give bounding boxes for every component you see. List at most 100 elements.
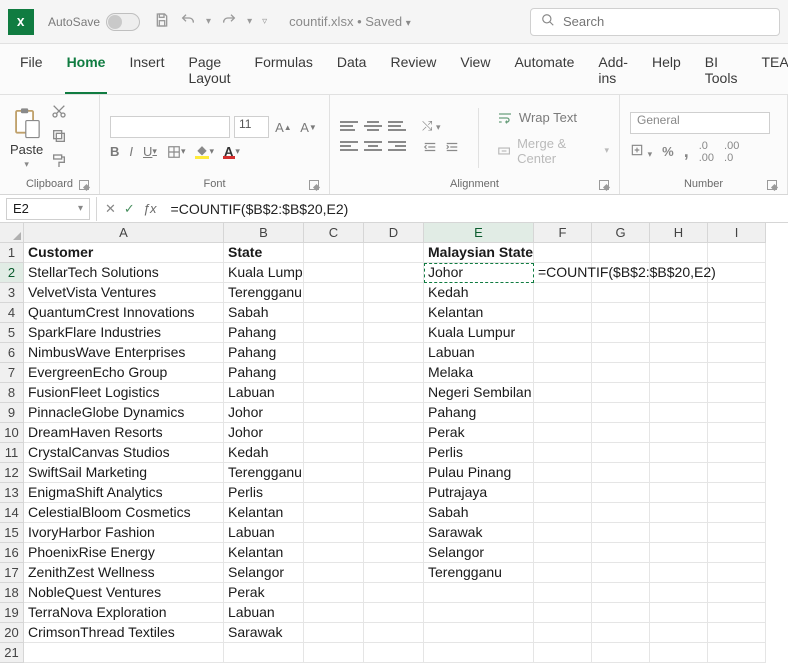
cell[interactable]: PinnacleGlobe Dynamics xyxy=(24,403,224,423)
cell[interactable]: ZenithZest Wellness xyxy=(24,563,224,583)
align-left-icon[interactable] xyxy=(340,141,358,155)
row-header[interactable]: 5 xyxy=(0,323,24,343)
dialog-launcher-icon[interactable] xyxy=(79,180,89,190)
cell[interactable] xyxy=(650,643,708,663)
cell[interactable] xyxy=(708,343,766,363)
cell[interactable] xyxy=(534,563,592,583)
cell[interactable]: EnigmaShift Analytics xyxy=(24,483,224,503)
cell[interactable]: Labuan xyxy=(224,383,304,403)
tab-insert[interactable]: Insert xyxy=(127,50,166,94)
cell[interactable] xyxy=(708,583,766,603)
tab-home[interactable]: Home xyxy=(65,50,108,94)
cell[interactable]: StellarTech Solutions xyxy=(24,263,224,283)
search-box[interactable] xyxy=(530,8,780,36)
bold-button[interactable]: B xyxy=(110,144,119,159)
cell[interactable] xyxy=(592,423,650,443)
cell[interactable] xyxy=(708,483,766,503)
cell[interactable]: Kedah xyxy=(224,443,304,463)
cell[interactable] xyxy=(534,523,592,543)
cell[interactable] xyxy=(708,363,766,383)
cell[interactable] xyxy=(364,283,424,303)
cell[interactable] xyxy=(534,583,592,603)
cell[interactable] xyxy=(364,243,424,263)
cell[interactable]: Perlis xyxy=(224,483,304,503)
cell[interactable] xyxy=(534,363,592,383)
cell[interactable] xyxy=(364,563,424,583)
select-all-corner[interactable] xyxy=(0,223,24,243)
cell[interactable] xyxy=(304,283,364,303)
tab-view[interactable]: View xyxy=(458,50,492,94)
cell[interactable] xyxy=(364,583,424,603)
cell[interactable]: Selangor xyxy=(424,543,534,563)
cell[interactable] xyxy=(364,603,424,623)
column-header[interactable]: A xyxy=(24,223,224,243)
format-painter-icon[interactable] xyxy=(51,153,67,172)
cell[interactable]: Kedah xyxy=(424,283,534,303)
underline-button[interactable]: U ▾ xyxy=(143,144,157,159)
cell[interactable] xyxy=(304,523,364,543)
redo-icon[interactable] xyxy=(221,12,237,31)
cell[interactable] xyxy=(24,643,224,663)
cell[interactable] xyxy=(534,403,592,423)
row-header[interactable]: 17 xyxy=(0,563,24,583)
cell[interactable] xyxy=(534,443,592,463)
fx-icon[interactable]: ƒx xyxy=(143,201,157,216)
cell[interactable] xyxy=(708,263,766,283)
row-header[interactable]: 11 xyxy=(0,443,24,463)
cell[interactable] xyxy=(534,543,592,563)
cell[interactable] xyxy=(592,543,650,563)
borders-icon[interactable]: ▾ xyxy=(167,145,186,159)
percent-format-icon[interactable]: % xyxy=(662,144,674,159)
row-header[interactable]: 3 xyxy=(0,283,24,303)
cell[interactable]: IvoryHarbor Fashion xyxy=(24,523,224,543)
cell[interactable] xyxy=(304,503,364,523)
cell[interactable] xyxy=(650,463,708,483)
cell[interactable]: CrimsonThread Textiles xyxy=(24,623,224,643)
column-header[interactable]: C xyxy=(304,223,364,243)
cell[interactable] xyxy=(224,643,304,663)
font-color-icon[interactable]: A ▾ xyxy=(224,144,240,159)
cell[interactable] xyxy=(650,563,708,583)
font-size-select[interactable]: 11 xyxy=(234,116,269,138)
cell[interactable] xyxy=(592,563,650,583)
cell[interactable] xyxy=(304,583,364,603)
paste-button[interactable]: Paste ▾ xyxy=(10,106,43,170)
cell[interactable] xyxy=(592,303,650,323)
cell[interactable] xyxy=(708,643,766,663)
cell[interactable] xyxy=(708,463,766,483)
cell[interactable] xyxy=(304,543,364,563)
row-header[interactable]: 2 xyxy=(0,263,24,283)
cell[interactable] xyxy=(304,263,364,283)
cancel-formula-icon[interactable]: ✕ xyxy=(105,201,116,217)
column-header[interactable]: I xyxy=(708,223,766,243)
dialog-launcher-icon[interactable] xyxy=(599,180,609,190)
cell[interactable] xyxy=(708,443,766,463)
cell[interactable]: Pahang xyxy=(224,343,304,363)
cell[interactable]: Melaka xyxy=(424,363,534,383)
cell[interactable]: Kelantan xyxy=(224,543,304,563)
cell[interactable] xyxy=(650,523,708,543)
increase-font-icon[interactable]: A▲ xyxy=(273,116,294,138)
document-name[interactable]: countif.xlsx • Saved ▾ xyxy=(289,14,411,29)
cell[interactable]: SparkFlare Industries xyxy=(24,323,224,343)
cell[interactable]: Perlis xyxy=(424,443,534,463)
italic-button[interactable]: I xyxy=(129,144,133,159)
cell[interactable]: Terengganu xyxy=(224,463,304,483)
cell[interactable]: Kuala Lumpur xyxy=(224,263,304,283)
cell[interactable] xyxy=(708,603,766,623)
autosave-toggle[interactable]: AutoSave xyxy=(48,13,140,31)
name-box[interactable]: E2▾ xyxy=(6,198,90,220)
cell[interactable]: Labuan xyxy=(224,523,304,543)
cell[interactable]: CelestialBloom Cosmetics xyxy=(24,503,224,523)
cell[interactable] xyxy=(592,363,650,383)
dialog-launcher-icon[interactable] xyxy=(767,180,777,190)
cell[interactable] xyxy=(650,603,708,623)
cell[interactable]: CrystalCanvas Studios xyxy=(24,443,224,463)
tab-review[interactable]: Review xyxy=(388,50,438,94)
cell[interactable] xyxy=(304,443,364,463)
save-icon[interactable] xyxy=(154,12,170,31)
tab-automate[interactable]: Automate xyxy=(512,50,576,94)
cell[interactable] xyxy=(708,403,766,423)
cell[interactable] xyxy=(304,383,364,403)
row-header[interactable]: 8 xyxy=(0,383,24,403)
